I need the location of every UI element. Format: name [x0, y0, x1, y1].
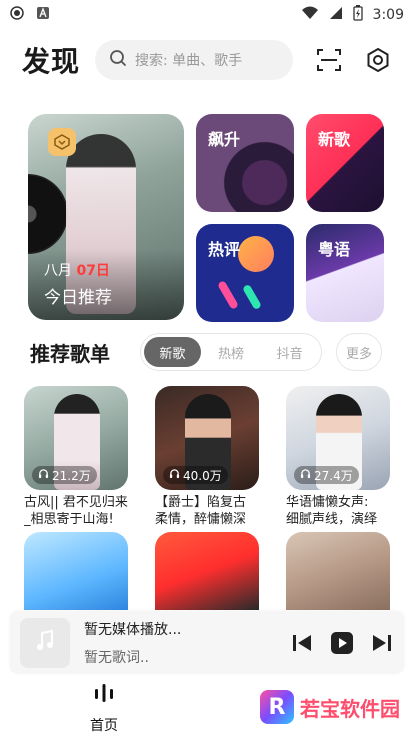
playlist-card[interactable]: [155, 532, 259, 610]
play-count-value: 21.2万: [52, 468, 91, 483]
now-playing-title: 暂无媒体播放...: [84, 622, 182, 638]
status-time: 3:09: [372, 7, 404, 23]
playlist-title: 华语慵懒女声: 细腻声线，演绎: [286, 494, 390, 528]
decor-bar: [217, 280, 239, 310]
next-icon[interactable]: [370, 631, 394, 655]
previous-icon[interactable]: [290, 631, 314, 655]
mini-player[interactable]: 暂无媒体播放... 暂无歌词..: [10, 612, 404, 674]
playlist-cover: 40.0万: [155, 386, 259, 490]
play-count: 27.4万: [294, 466, 359, 484]
daily-recommend-card[interactable]: 八月 07日 今日推荐: [28, 114, 184, 320]
section-title: 推荐歌单: [30, 341, 110, 366]
search-icon: [109, 49, 127, 71]
sound-wave-icon: [92, 681, 116, 709]
wifi-icon: [301, 6, 319, 24]
music-note-icon: [32, 628, 58, 658]
playlist-tabs: 新歌 热榜 抖音: [140, 333, 322, 371]
playlist-title-line2: 细腻声线，演绎: [286, 512, 378, 527]
signal-icon: [329, 6, 343, 24]
playlist-card[interactable]: 21.2万 古风|| 君不见归来 _相思寄于山海!: [24, 386, 128, 528]
play-icon[interactable]: [330, 631, 354, 655]
playlist-title-line2: _相思寄于山海!: [24, 512, 114, 527]
tile-label: 飙升: [208, 130, 241, 149]
more-button[interactable]: 更多: [336, 333, 382, 371]
settings-gear-icon[interactable]: [364, 46, 392, 74]
decor-circle: [238, 236, 274, 272]
now-playing-info: 暂无媒体播放... 暂无歌词..: [84, 619, 274, 667]
nav-home[interactable]: 首页: [69, 680, 139, 736]
headphones-icon: [300, 468, 311, 482]
tile-rising[interactable]: 飙升: [196, 114, 294, 212]
play-count-value: 27.4万: [314, 468, 353, 483]
playlist-cover: 27.4万: [286, 386, 390, 490]
play-count-value: 40.0万: [183, 468, 222, 483]
search-input[interactable]: 搜索: 单曲、歌手: [95, 40, 293, 80]
vip-badge-icon: [48, 128, 76, 156]
tab-new[interactable]: 新歌: [144, 337, 201, 367]
tile-label: 热评: [208, 240, 241, 259]
play-count: 21.2万: [32, 466, 97, 484]
tile-new-songs[interactable]: 新歌: [306, 114, 384, 212]
playlist-card[interactable]: [286, 532, 390, 610]
player-controls: [290, 631, 394, 655]
tile-cantonese[interactable]: 粤语: [306, 224, 384, 322]
scan-icon[interactable]: [315, 46, 343, 74]
decor-bar: [242, 283, 262, 311]
status-bar: 3:09: [0, 0, 414, 30]
tile-label: 新歌: [318, 130, 351, 149]
recommended-playlists-header: 推荐歌单 新歌 热榜 抖音 更多: [0, 332, 414, 372]
tab-hot[interactable]: 热榜: [203, 337, 260, 367]
app-notification-icon: [36, 6, 50, 24]
recommend-day: 07日: [76, 263, 110, 279]
battery-icon: [352, 5, 363, 25]
headphones-icon: [169, 468, 180, 482]
headphones-icon: [38, 468, 49, 482]
header: 发现 搜索: 单曲、歌手: [0, 38, 414, 82]
page-title: 发现: [22, 45, 81, 78]
now-playing-lyric: 暂无歌词..: [84, 650, 149, 666]
playlist-card[interactable]: 27.4万 华语慵懒女声: 细腻声线，演绎: [286, 386, 390, 528]
recommend-month: 八月: [44, 263, 72, 279]
nav-home-label: 首页: [90, 718, 118, 734]
album-art: [20, 618, 70, 668]
search-placeholder: 搜索: 单曲、歌手: [135, 53, 243, 69]
recommend-date: 八月 07日: [44, 260, 110, 280]
recommend-title: 今日推荐: [44, 288, 112, 308]
tile-label: 粤语: [318, 240, 351, 259]
playlist-title-line2: 柔情，醉慵懒深: [155, 512, 247, 527]
playlist-title-line1: 华语慵懒女声:: [286, 495, 369, 510]
tile-hot-comments[interactable]: 热评: [196, 224, 294, 322]
vinyl-record-image: [28, 174, 68, 254]
playlist-title: 古风|| 君不见归来 _相思寄于山海!: [24, 494, 128, 528]
playlist-card[interactable]: 40.0万 【爵士】陷复古 柔情，醉慵懒深: [155, 386, 259, 528]
playlist-card[interactable]: [24, 532, 128, 610]
playlist-title-line1: 【爵士】陷复古: [155, 495, 247, 510]
playlist-title-line1: 古风|| 君不见归来: [24, 495, 128, 510]
playlist-title: 【爵士】陷复古 柔情，醉慵懒深: [155, 494, 259, 528]
record-icon: [10, 6, 24, 24]
playlist-cover: 21.2万: [24, 386, 128, 490]
watermark-logo: R: [260, 690, 294, 724]
watermark-brand: 若宝软件园: [300, 696, 400, 721]
play-count: 40.0万: [163, 466, 228, 484]
tab-douyin[interactable]: 抖音: [261, 337, 318, 367]
watermark: R 若宝软件园: [260, 690, 400, 724]
